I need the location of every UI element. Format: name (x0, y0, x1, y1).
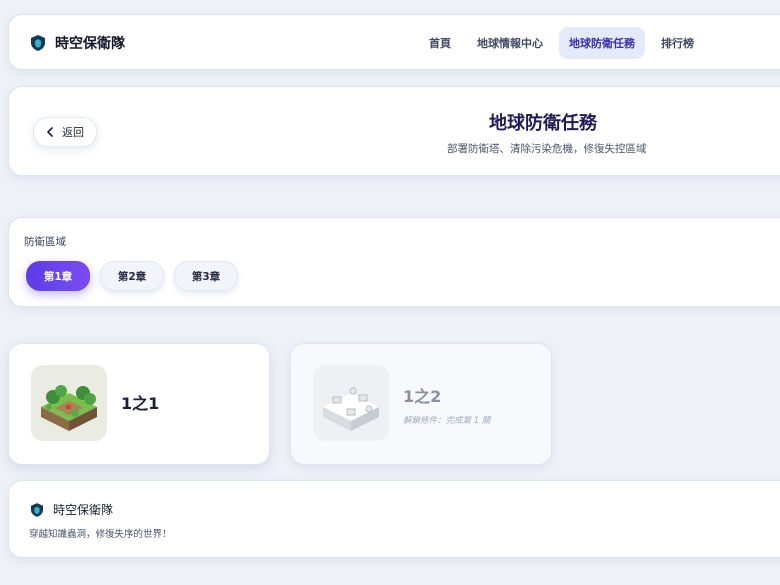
level-name: 1之2 (403, 387, 442, 406)
nav-link-defense-mission[interactable]: 地球防衛任務 (559, 27, 645, 59)
top-nav: 時空保衛隊 首頁 地球情報中心 地球防衛任務 排行榜 (8, 14, 780, 70)
polluted-island-icon (323, 387, 379, 431)
section-label: 防衛區域 (24, 236, 66, 248)
shield-logo-icon (31, 35, 45, 51)
nav-link-home[interactable]: 首頁 (419, 27, 461, 59)
chapter-tab-2[interactable]: 第2章 (100, 261, 164, 291)
back-button[interactable]: 返回 (33, 117, 97, 147)
nav-link-leaderboard[interactable]: 排行榜 (651, 27, 704, 59)
shield-logo-icon (31, 502, 43, 517)
back-button-label: 返回 (62, 126, 84, 139)
brand[interactable]: 時空保衛隊 (31, 33, 125, 53)
level-thumbnail (313, 365, 389, 441)
level-name: 1之1 (121, 394, 160, 413)
footer-tagline: 穿越知識蟲洞，修復失序的世界！ (29, 529, 172, 540)
unlock-condition: 解鎖條件：完成第 1 關 (403, 416, 491, 426)
page-header: 返回 地球防衛任務 部署防衛塔、清除污染危機，修復失控區域 (8, 86, 780, 176)
chapter-tab-1[interactable]: 第1章 (26, 261, 90, 291)
brand-title: 時空保衛隊 (55, 36, 125, 52)
footer: 時空保衛隊 穿越知識蟲洞，修復失序的世界！ (8, 480, 780, 558)
level-card-1-2[interactable]: 1之2 解鎖條件：完成第 1 關 (290, 343, 552, 465)
chapter-tabs: 第1章 第2章 第3章 (26, 261, 238, 291)
level-thumbnail (31, 365, 107, 441)
footer-brand: 時空保衛隊 (31, 501, 113, 518)
nav-links: 首頁 地球情報中心 地球防衛任務 排行榜 (419, 27, 704, 59)
nav-link-intel-center[interactable]: 地球情報中心 (467, 27, 553, 59)
chapter-selector: 防衛區域 第1章 第2章 第3章 (8, 217, 780, 307)
page-title: 地球防衛任務 (489, 113, 597, 134)
page-subtitle: 部署防衛塔、清除污染危機，修復失控區域 (447, 143, 647, 155)
footer-title: 時空保衛隊 (53, 503, 114, 517)
chapter-tab-3[interactable]: 第3章 (174, 261, 238, 291)
chevron-left-icon (47, 127, 53, 137)
level-card-1-1[interactable]: 1之1 (8, 343, 270, 465)
forest-island-icon (41, 385, 97, 431)
